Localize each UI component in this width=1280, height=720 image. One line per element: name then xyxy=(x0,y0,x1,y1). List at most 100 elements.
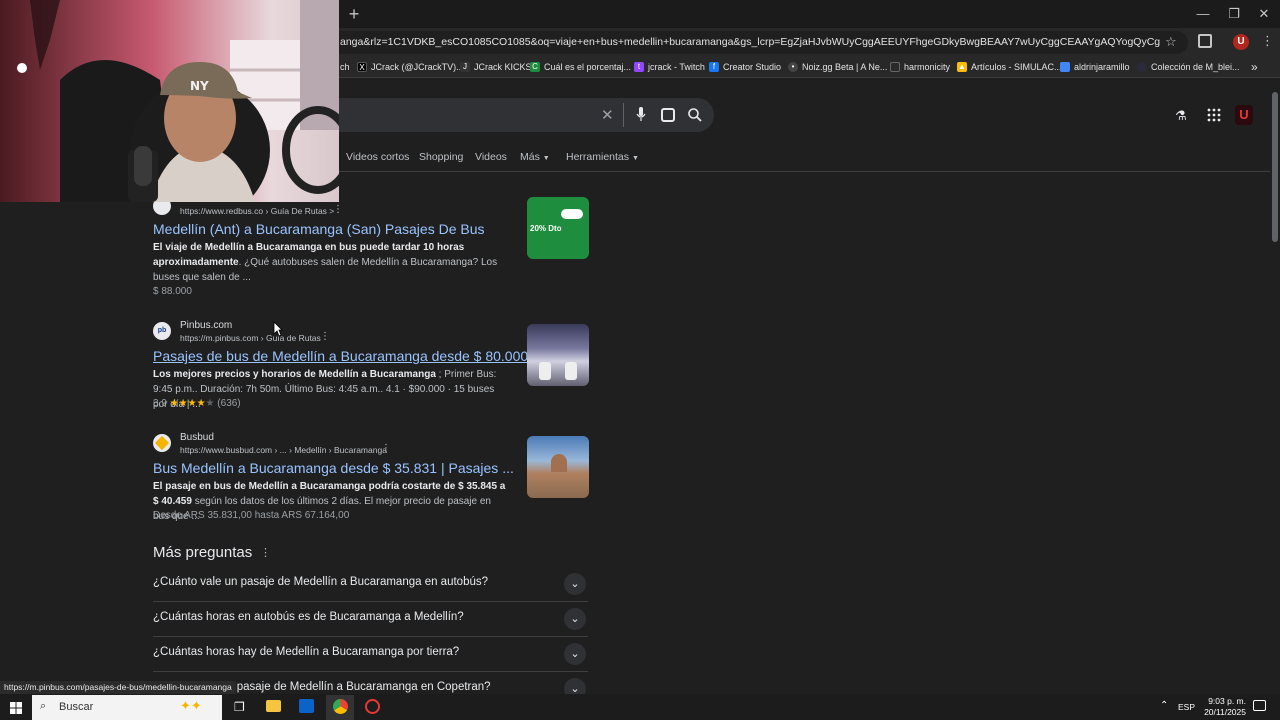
search-divider xyxy=(623,103,624,127)
voice-search-icon[interactable] xyxy=(636,106,646,124)
result-price: $ 88.000 xyxy=(153,286,192,297)
outlook-icon[interactable] xyxy=(299,699,314,713)
rating-star-empty-icon: ★ xyxy=(205,398,215,409)
faq-item[interactable]: ¿Cuántas horas hay de Medellín a Bucaram… xyxy=(153,637,588,672)
result-more-icon[interactable]: ⋮ xyxy=(333,204,343,215)
faq-item[interactable]: ¿Cuántas horas en autobús es de Bucarama… xyxy=(153,602,588,637)
restore-button[interactable]: ❐ xyxy=(1219,2,1249,26)
obs-icon[interactable] xyxy=(365,699,380,714)
status-bar-url: https://m.pinbus.com/pasajes-de-bus/mede… xyxy=(0,681,236,694)
chevron-down-icon: ▼ xyxy=(631,155,639,162)
bookmark-item[interactable]: X JCrack (@JCrackTV)... xyxy=(357,60,464,74)
tab-herramientas[interactable]: Herramientas ▼ xyxy=(566,151,639,163)
twitch-icon: t xyxy=(634,62,644,72)
apps-grid-icon[interactable] xyxy=(1207,108,1221,122)
bookmark-item[interactable]: harmonicity xyxy=(890,60,950,74)
chrome-icon[interactable] xyxy=(333,699,348,714)
result-site-name[interactable]: Pinbus.com xyxy=(180,320,232,331)
chevron-down-icon[interactable]: ⌄ xyxy=(564,643,586,665)
result-more-icon[interactable]: ⋮ xyxy=(381,443,391,454)
bookmark-favicon-icon xyxy=(1060,62,1070,72)
bookmark-item[interactable]: ch xyxy=(340,60,350,74)
result-rating: 3,9 ★★★★★ (636) xyxy=(153,398,241,409)
drive-icon: ▲ xyxy=(957,62,967,72)
lens-search-icon[interactable] xyxy=(661,108,675,122)
bookmark-star-icon[interactable]: ☆ xyxy=(1165,34,1177,50)
bookmark-favicon-icon: J xyxy=(460,62,470,72)
bookmark-item[interactable]: f Creator Studio xyxy=(709,60,781,74)
result-thumbnail[interactable] xyxy=(527,324,589,386)
more-bookmarks-button[interactable]: » xyxy=(1251,60,1258,74)
result-url[interactable]: https://m.pinbus.com › Guía de Rutas xyxy=(180,333,321,343)
bookmark-item[interactable]: aldrinjaramillo xyxy=(1060,60,1130,74)
new-tab-button[interactable]: + xyxy=(344,4,364,24)
bookmark-item[interactable]: ▲ Artículos - SIMULAC... xyxy=(957,60,1062,74)
bookmark-favicon-icon xyxy=(1137,62,1147,72)
taskbar-search-icon: ⌕ xyxy=(40,700,47,712)
taskbar-search-placeholder[interactable]: Buscar xyxy=(59,701,93,713)
result-url[interactable]: https://www.redbus.co › Guía De Rutas > xyxy=(180,206,334,216)
busbud-favicon-icon xyxy=(153,434,171,452)
tab-mas[interactable]: Más ▼ xyxy=(520,151,550,163)
faq-question[interactable]: ¿Cuántas horas en autobús es de Bucarama… xyxy=(153,611,464,623)
chevron-down-icon[interactable]: ⌄ xyxy=(564,678,586,694)
faq-heading: Más preguntas xyxy=(153,544,253,561)
notification-center-icon[interactable] xyxy=(1253,700,1266,711)
file-explorer-icon[interactable] xyxy=(266,700,281,712)
scrollbar-thumb[interactable] xyxy=(1272,92,1278,242)
pinbus-favicon-icon: pb xyxy=(153,322,171,340)
profile-avatar[interactable]: U xyxy=(1233,34,1249,50)
tab-videos-cortos[interactable]: Videos cortos xyxy=(346,151,409,163)
clear-search-icon[interactable]: ✕ xyxy=(601,106,614,124)
result-title[interactable]: Medellín (Ant) a Bucaramanga (San) Pasaj… xyxy=(153,221,485,237)
url-text[interactable]: anga&rlz=1C1VDKB_esCO1085CO1085&oq=viaje… xyxy=(340,36,1160,50)
minimize-button[interactable]: — xyxy=(1188,2,1218,26)
chevron-down-icon: ▼ xyxy=(542,155,550,162)
faq-item[interactable]: ¿Cuánto vale un pasaje de Medellín a Buc… xyxy=(153,567,588,602)
task-view-icon[interactable]: ❐ xyxy=(234,700,245,714)
result-title[interactable]: Bus Medellín a Bucaramanga desde $ 35.83… xyxy=(153,460,514,476)
faq-more-icon[interactable]: ⋮ xyxy=(260,546,271,559)
clock[interactable]: 9:03 p. m. 20/11/2025 xyxy=(1196,696,1246,718)
result-thumbnail[interactable] xyxy=(527,436,589,498)
result-url[interactable]: https://www.busbud.com › ... › Medellín … xyxy=(180,445,387,455)
account-avatar[interactable]: U xyxy=(1235,105,1253,125)
extensions-icon[interactable] xyxy=(1198,34,1212,48)
clock-date: 20/11/2025 xyxy=(1204,707,1246,717)
bookmark-item[interactable]: t jcrack - Twitch xyxy=(634,60,705,74)
google-search-box[interactable] xyxy=(300,98,714,132)
windows-start-icon[interactable] xyxy=(10,701,22,714)
webcam-overlay: NY xyxy=(0,0,339,202)
bookmark-item[interactable]: Colección de M_blei... xyxy=(1137,60,1240,74)
bus-seat-icon xyxy=(565,362,577,380)
result-price-range: Desde ARS 35.831,00 hasta ARS 67.164,00 xyxy=(153,510,350,521)
chevron-down-icon[interactable]: ⌄ xyxy=(564,608,586,630)
bookmark-item[interactable]: J JCrack KICKS xyxy=(460,60,532,74)
facebook-icon: f xyxy=(709,62,719,72)
search-icon[interactable] xyxy=(687,107,703,123)
labs-flask-icon[interactable]: ⚗ xyxy=(1175,108,1187,124)
language-indicator[interactable]: ESP xyxy=(1178,702,1195,712)
bookmark-favicon-icon xyxy=(890,62,900,72)
result-title[interactable]: Pasajes de bus de Medellín a Bucaramanga… xyxy=(153,348,528,364)
faq-question[interactable]: ¿Cuánto vale un pasaje de Medellín a Buc… xyxy=(153,576,488,588)
result-more-icon[interactable]: ⋮ xyxy=(320,331,330,342)
redbus-badge-icon xyxy=(561,209,583,219)
bookmark-favicon-icon: • xyxy=(788,62,798,72)
tab-shopping[interactable]: Shopping xyxy=(419,151,463,163)
svg-text:NY: NY xyxy=(190,79,209,93)
result-site-name[interactable]: Busbud xyxy=(180,432,214,443)
bookmark-item[interactable]: C Cuál es el porcentaj... xyxy=(530,60,631,74)
tray-chevron-icon[interactable]: ⌃ xyxy=(1160,700,1168,711)
bookmark-item[interactable]: • Noiz.gg Beta | A Ne... xyxy=(788,60,887,74)
result-thumbnail[interactable]: 20% Dto xyxy=(527,197,589,259)
tab-videos[interactable]: Videos xyxy=(475,151,507,163)
menu-icon[interactable]: ⋮ xyxy=(1261,33,1274,49)
close-window-button[interactable]: ✕ xyxy=(1249,2,1279,26)
chevron-down-icon[interactable]: ⌄ xyxy=(564,573,586,595)
bookmark-favicon-icon: C xyxy=(530,62,540,72)
rating-stars-icon: ★★★★ xyxy=(169,398,206,409)
clock-time: 9:03 p. m. xyxy=(1208,696,1246,706)
faq-question[interactable]: ¿Cuántas horas hay de Medellín a Bucaram… xyxy=(153,646,459,658)
search-highlight-icon: ✦✦ xyxy=(180,698,202,713)
